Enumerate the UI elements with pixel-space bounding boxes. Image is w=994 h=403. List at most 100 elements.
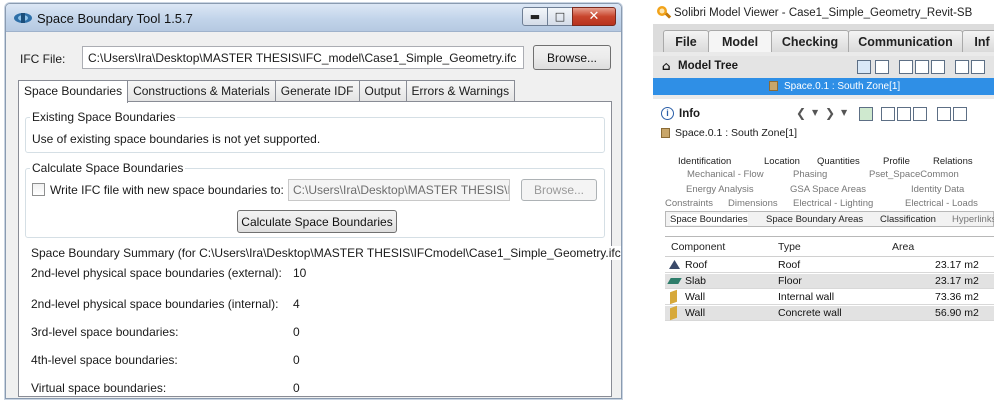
summary-value-external: 10 [293, 266, 307, 280]
calculate-space-boundaries-button[interactable]: Calculate Space Boundaries [237, 210, 397, 233]
write-ifc-label[interactable]: Write IFC file with new space boundaries… [50, 183, 284, 197]
table-row[interactable]: Slab Floor 23.17 m2 [665, 274, 994, 289]
cell-area: 23.17 m2 [935, 259, 979, 271]
minimize-button[interactable]: ▬ [522, 7, 548, 26]
ifc-file-path-field[interactable]: C:\Users\Ira\Desktop\MASTER THESIS\IFC_m… [82, 46, 524, 69]
ptab-constraints[interactable]: Constraints [665, 198, 713, 209]
table-header: Component Type Area [665, 237, 994, 257]
cell-type: Concrete wall [778, 307, 842, 319]
cell-area: 56.90 m2 [935, 307, 979, 319]
back-dropdown-icon[interactable]: ▼ [812, 108, 818, 117]
forward-arrow-icon[interactable]: ❯ [825, 106, 835, 120]
ptab-dimensions[interactable]: Dimensions [728, 198, 778, 209]
model-tree-selected-label: Space.0.1 : South Zone[1] [784, 81, 901, 92]
summary-label-external: 2nd-level physical space boundaries (ext… [31, 266, 282, 280]
forward-dropdown-icon[interactable]: ▼ [841, 108, 847, 117]
tab-errors-warnings[interactable]: Errors & Warnings [405, 80, 516, 102]
table-row[interactable]: Wall Concrete wall 56.90 m2 [665, 305, 994, 321]
existing-boundaries-group: Existing Space Boundaries Use of existin… [25, 110, 605, 153]
ptab-pset-spacecommon[interactable]: Pset_SpaceCommon [869, 169, 959, 180]
model-tree-label: Model Tree [678, 60, 739, 72]
collapse-all-icon[interactable] [915, 60, 929, 74]
ribbon-tab-bar: File Model Checking Communication Inf [653, 24, 994, 52]
ptab-energy-analysis[interactable]: Energy Analysis [686, 184, 754, 195]
ribbon-tab-file[interactable]: File [663, 30, 709, 52]
solibri-window: Solibri Model Viewer - Case1_Simple_Geom… [653, 0, 994, 403]
ptab-profile[interactable]: Profile [883, 156, 910, 167]
cell-component: Wall [685, 307, 706, 319]
maximize-button[interactable]: □ [547, 7, 573, 26]
space-boundaries-table: Component Type Area Roof Roof 23.17 m2 S… [665, 236, 994, 403]
summary-value-virtual: 0 [293, 381, 300, 395]
cell-component: Wall [685, 291, 706, 303]
window-controls: ▬ □ ✕ [522, 7, 616, 26]
model-tree-selected-item[interactable]: Space.0.1 : South Zone[1] [653, 78, 994, 95]
col-header-area[interactable]: Area [892, 241, 914, 253]
summary-title: Space Boundary Summary (for C:\Users\Ira… [29, 246, 621, 260]
output-browse-button[interactable]: Browse... [521, 179, 597, 201]
maximize-panel-icon[interactable] [971, 60, 985, 74]
back-arrow-icon[interactable]: ❮ [796, 106, 806, 120]
ptab-gsa-space-areas[interactable]: GSA Space Areas [790, 184, 866, 195]
solibri-window-title: Solibri Model Viewer - Case1_Simple_Geom… [674, 7, 973, 19]
info-collapse-icon[interactable] [897, 107, 911, 121]
existing-boundaries-title: Existing Space Boundaries [30, 110, 178, 124]
table-row[interactable]: Roof Roof 23.17 m2 [665, 258, 994, 273]
tab-generate-idf[interactable]: Generate IDF [274, 80, 360, 102]
ptab-space-boundary-areas[interactable]: Space Boundary Areas [766, 214, 863, 225]
info-list-icon[interactable] [913, 107, 927, 121]
ptab-electrical-loads[interactable]: Electrical - Loads [905, 198, 978, 209]
ptab-quantities[interactable]: Quantities [817, 156, 860, 167]
tree-list-icon[interactable] [931, 60, 945, 74]
ptab-mechanical-flow[interactable]: Mechanical - Flow [687, 169, 764, 180]
ribbon-tab-model[interactable]: Model [708, 30, 772, 52]
summary-value-3rd-level: 0 [293, 325, 300, 339]
col-header-component[interactable]: Component [671, 241, 725, 253]
ptab-space-boundaries[interactable]: Space Boundaries [670, 214, 748, 225]
cell-area: 73.36 m2 [935, 291, 979, 303]
output-ifc-path-field[interactable]: C:\Users\Ira\Desktop\MASTER THESIS\IFC [288, 179, 510, 201]
slab-icon [667, 278, 682, 284]
tab-constructions-materials[interactable]: Constructions & Materials [127, 80, 276, 102]
browse-button[interactable]: Browse... [533, 45, 611, 70]
model-tree-header: ⌂ Model Tree [653, 56, 994, 78]
info-maximize-icon[interactable] [953, 107, 967, 121]
ribbon-tab-info[interactable]: Inf [962, 30, 994, 52]
ptab-location[interactable]: Location [764, 156, 800, 167]
title-bar[interactable]: Space Boundary Tool 1.5.7 ▬ □ ✕ [6, 4, 621, 32]
filter-tree-icon[interactable] [857, 60, 871, 74]
app-icon [14, 13, 32, 23]
info-expand-icon[interactable] [881, 107, 895, 121]
minimize-panel-icon[interactable] [955, 60, 969, 74]
ptab-phasing[interactable]: Phasing [793, 169, 827, 180]
summary-label-virtual: Virtual space boundaries: [31, 381, 167, 395]
ptab-identification[interactable]: Identification [678, 156, 731, 167]
ptab-electrical-lighting[interactable]: Electrical - Lighting [793, 198, 873, 209]
tab-bar: Space Boundaries Constructions & Materia… [18, 80, 516, 103]
ptab-identity-data[interactable]: Identity Data [911, 184, 964, 195]
ribbon-tab-communication[interactable]: Communication [848, 30, 963, 52]
tab-output[interactable]: Output [358, 80, 407, 102]
ifc-file-label: IFC File: [20, 52, 66, 66]
write-ifc-checkbox[interactable] [32, 183, 45, 196]
solibri-title-bar[interactable]: Solibri Model Viewer - Case1_Simple_Geom… [653, 0, 994, 24]
info-view-icon[interactable] [859, 107, 873, 121]
close-button[interactable]: ✕ [572, 7, 616, 26]
cell-type: Floor [778, 275, 802, 287]
col-header-type[interactable]: Type [778, 241, 801, 253]
expand-all-icon[interactable] [899, 60, 913, 74]
space-icon [769, 81, 778, 91]
info-object-name: Space.0.1 : South Zone[1] [675, 127, 798, 139]
tree-options-icon[interactable] [875, 60, 889, 74]
table-row[interactable]: Wall Internal wall 73.36 m2 [665, 289, 994, 305]
ptab-relations[interactable]: Relations [933, 156, 973, 167]
ptab-classification[interactable]: Classification [880, 214, 936, 225]
info-header: i Info ❮ ▼ ❯ ▼ [653, 105, 994, 127]
tab-space-boundaries[interactable]: Space Boundaries [18, 80, 129, 103]
property-tab-row-5: Space Boundaries Space Boundary Areas Cl… [665, 211, 994, 227]
ribbon-tab-checking[interactable]: Checking [771, 30, 849, 52]
info-icon: i [661, 107, 674, 120]
info-minimize-icon[interactable] [937, 107, 951, 121]
info-object-icon [661, 128, 670, 138]
ptab-hyperlinks[interactable]: Hyperlinks [952, 214, 994, 225]
